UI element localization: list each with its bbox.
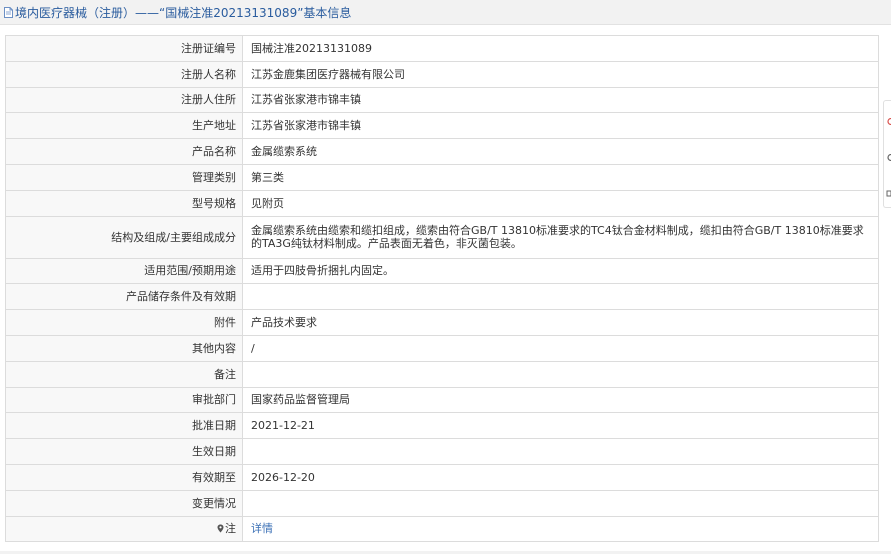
row-value — [242, 438, 879, 465]
table-row: 审批部门 国家药品监督管理局 — [5, 386, 879, 414]
floating-side-toolbar[interactable] — [883, 100, 891, 208]
table-row: 结构及组成/主要组成成分 金属缆索系统由缆索和缆扣组成，缆索由符合GB/T 13… — [5, 215, 879, 259]
row-label: 生产地址 — [5, 112, 243, 140]
row-label: 其他内容 — [5, 334, 243, 362]
row-value: 第三类 — [242, 163, 879, 191]
table-row: 批准日期 2021-12-21 — [5, 412, 879, 440]
table-row: 管理类别 第三类 — [5, 163, 879, 191]
row-value: 产品技术要求 — [242, 309, 879, 336]
row-label: 有效期至 — [5, 463, 243, 491]
row-value — [242, 489, 879, 517]
row-label: 产品储存条件及有效期 — [5, 283, 243, 311]
table-row: 生效日期 — [5, 438, 879, 465]
table-row: 产品储存条件及有效期 — [5, 283, 879, 311]
note-label-cell: 注 — [5, 515, 243, 543]
row-value: 见附页 — [242, 189, 879, 217]
table-row: 附件 产品技术要求 — [5, 309, 879, 336]
row-label: 附件 — [5, 309, 243, 336]
row-value: 金属缆索系统由缆索和缆扣组成，缆索由符合GB/T 13810标准要求的TC4钛合… — [242, 215, 879, 259]
row-label: 注册人名称 — [5, 60, 243, 88]
table-row: 其他内容 / — [5, 334, 879, 362]
row-label: 注册证编号 — [5, 35, 243, 62]
row-value: 金属缆索系统 — [242, 138, 879, 165]
row-label: 生效日期 — [5, 438, 243, 465]
row-value: 详情 — [242, 515, 879, 543]
table-row: 变更情况 — [5, 489, 879, 517]
gray-circle-icon[interactable] — [886, 151, 891, 162]
row-value: 2026-12-20 — [242, 463, 879, 491]
table-row: 注册证编号 国械注准20213131089 — [5, 35, 879, 62]
table-row: 生产地址 江苏省张家港市锦丰镇 — [5, 112, 879, 140]
pin-icon — [217, 523, 224, 533]
row-label: 适用范围/预期用途 — [5, 257, 243, 285]
table-row: 注 详情 — [5, 515, 879, 543]
row-value: 国械注准20213131089 — [242, 35, 879, 62]
red-circle-icon[interactable] — [886, 115, 891, 126]
table-row: 注册人住所 江苏省张家港市锦丰镇 — [5, 86, 879, 114]
row-value — [242, 360, 879, 388]
table-row: 注册人名称 江苏金鹿集团医疗器械有限公司 — [5, 60, 879, 88]
row-label: 注册人住所 — [5, 86, 243, 114]
row-value — [242, 283, 879, 311]
row-value: 国家药品监督管理局 — [242, 386, 879, 414]
row-value: 江苏省张家港市锦丰镇 — [242, 112, 879, 140]
row-label: 管理类别 — [5, 163, 243, 191]
table-row: 备注 — [5, 360, 879, 388]
row-label: 变更情况 — [5, 489, 243, 517]
document-icon — [4, 6, 13, 18]
table-row: 有效期至 2026-12-20 — [5, 463, 879, 491]
row-value: / — [242, 334, 879, 362]
row-label: 审批部门 — [5, 386, 243, 414]
row-label: 批准日期 — [5, 412, 243, 440]
row-label: 结构及组成/主要组成成分 — [5, 215, 243, 259]
table-row: 适用范围/预期用途 适用于四肢骨折捆扎内固定。 — [5, 257, 879, 285]
page-title: 境内医疗器械（注册）——“国械注准20213131089”基本信息 — [15, 5, 352, 20]
registration-info-table: 注册证编号 国械注准20213131089 注册人名称 江苏金鹿集团医疗器械有限… — [5, 35, 879, 543]
square-icon[interactable] — [886, 187, 891, 197]
row-value: 适用于四肢骨折捆扎内固定。 — [242, 257, 879, 285]
page-header: 境内医疗器械（注册）——“国械注准20213131089”基本信息 — [0, 0, 891, 25]
note-label: 注 — [225, 522, 236, 536]
row-value: 江苏省张家港市锦丰镇 — [242, 86, 879, 114]
row-label: 产品名称 — [5, 138, 243, 165]
details-link[interactable]: 详情 — [251, 522, 273, 535]
row-value: 2021-12-21 — [242, 412, 879, 440]
row-value: 江苏金鹿集团医疗器械有限公司 — [242, 60, 879, 88]
table-row: 产品名称 金属缆索系统 — [5, 138, 879, 165]
table-row: 型号规格 见附页 — [5, 189, 879, 217]
row-label: 型号规格 — [5, 189, 243, 217]
row-label: 备注 — [5, 360, 243, 388]
